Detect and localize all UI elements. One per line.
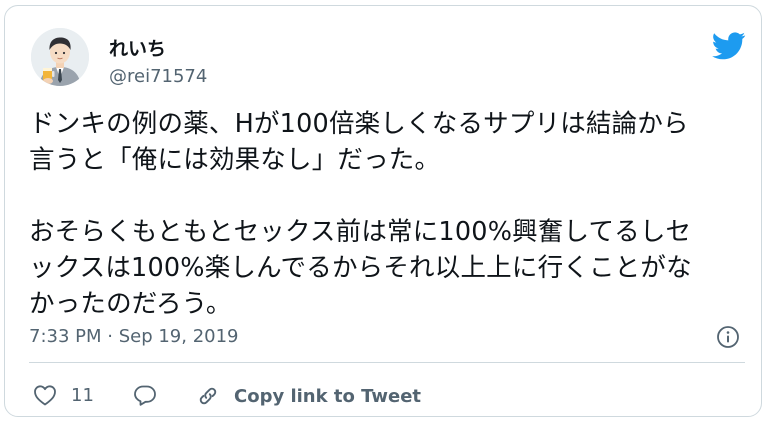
copy-link-button[interactable]: Copy link to Tweet: [196, 384, 421, 408]
tweet-text: ドンキの例の薬、Hが100倍楽しくなるサプリは結論から 言うと「俺には効果なし」…: [29, 106, 745, 322]
twitter-bird-icon[interactable]: [712, 32, 746, 60]
divider: [29, 362, 745, 363]
like-button[interactable]: 11: [33, 384, 94, 406]
tweet-card[interactable]: れいち @rei71574 ドンキの例の薬、Hが100倍楽しくなるサプリは結論か…: [4, 5, 762, 417]
tweet-line: かったのだろう。: [29, 289, 232, 319]
heart-icon: [34, 385, 56, 406]
user-handle[interactable]: @rei71574: [109, 66, 207, 87]
display-name[interactable]: れいち: [109, 34, 166, 61]
link-icon: [199, 387, 217, 405]
tweet-line: 言うと「俺には効果なし」だった。: [29, 145, 441, 175]
reply-button[interactable]: [133, 384, 157, 406]
reply-icon: [134, 385, 156, 406]
tweet-line: おそらくもともとセックス前は常に100%興奮してるしセ: [29, 217, 692, 247]
tweet-timestamp[interactable]: 7:33 PM · Sep 19, 2019: [29, 326, 239, 347]
copy-link-label: Copy link to Tweet: [234, 385, 422, 407]
avatar-illustration: [31, 28, 89, 86]
info-icon[interactable]: [716, 325, 740, 349]
tweet-line: ックスは100%楽しんでるからそれ以上上に行くことがな: [29, 253, 692, 283]
tweet-line: ドンキの例の薬、Hが100倍楽しくなるサプリは結論から: [29, 109, 689, 139]
avatar[interactable]: [31, 28, 89, 86]
like-count: 11: [71, 384, 94, 406]
